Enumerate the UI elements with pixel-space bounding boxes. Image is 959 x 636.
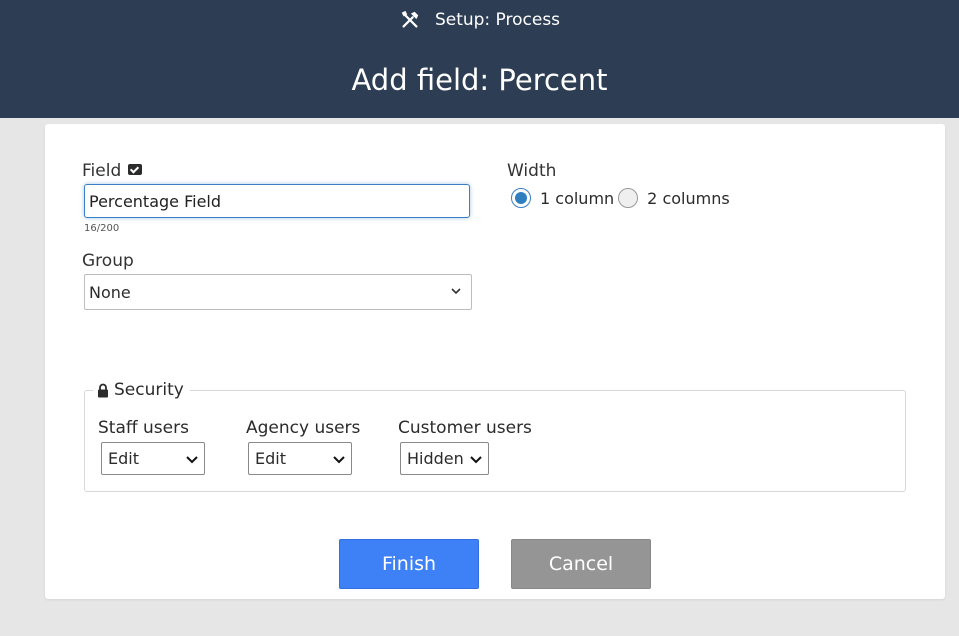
customer-users-select[interactable]: Hidden xyxy=(400,442,489,475)
finish-button[interactable]: Finish xyxy=(339,539,479,589)
group-label: Group xyxy=(82,251,134,271)
radio-2-columns-label[interactable]: 2 columns xyxy=(647,189,730,208)
agency-users-select[interactable]: Edit xyxy=(248,442,352,475)
page-title: Add field: Percent xyxy=(351,63,608,97)
customer-users-label: Customer users xyxy=(398,418,532,438)
staff-users-select-value: Edit xyxy=(108,449,139,468)
breadcrumb: Setup: Process xyxy=(0,6,959,34)
customer-users-select-value: Hidden xyxy=(407,449,464,468)
radio-1-column[interactable] xyxy=(511,188,531,208)
breadcrumb-label: Setup: Process xyxy=(434,10,561,30)
form-card: Field 16/200 Group None Width 1 column 2… xyxy=(45,124,945,599)
field-name-input[interactable] xyxy=(84,184,470,218)
app-header: Setup: Process Add field: Percent xyxy=(0,0,959,118)
chevron-down-icon xyxy=(451,288,461,295)
agency-users-select-value: Edit xyxy=(255,449,286,468)
chevron-down-icon xyxy=(186,456,198,464)
radio-1-column-label[interactable]: 1 column xyxy=(540,189,614,208)
agency-users-label: Agency users xyxy=(246,418,361,438)
group-select[interactable]: None xyxy=(84,274,472,310)
security-legend: Security xyxy=(93,380,190,400)
security-legend-label: Security xyxy=(114,380,184,400)
chevron-down-icon xyxy=(333,456,345,464)
staff-users-label: Staff users xyxy=(98,418,189,438)
group-select-value: None xyxy=(89,282,131,302)
required-check-icon xyxy=(128,164,143,175)
radio-2-columns[interactable] xyxy=(618,188,639,208)
cancel-button[interactable]: Cancel xyxy=(511,539,651,589)
chevron-down-icon xyxy=(470,456,482,464)
lock-icon xyxy=(98,383,108,397)
character-counter: 16/200 xyxy=(84,223,120,234)
width-label: Width xyxy=(507,161,557,181)
security-fieldset xyxy=(84,390,906,492)
field-label: Field xyxy=(82,161,122,181)
width-radio-group: 1 column 2 columns xyxy=(511,188,734,208)
staff-users-select[interactable]: Edit xyxy=(101,442,205,475)
field-label-row: Field xyxy=(82,161,143,181)
tools-icon xyxy=(401,10,419,28)
